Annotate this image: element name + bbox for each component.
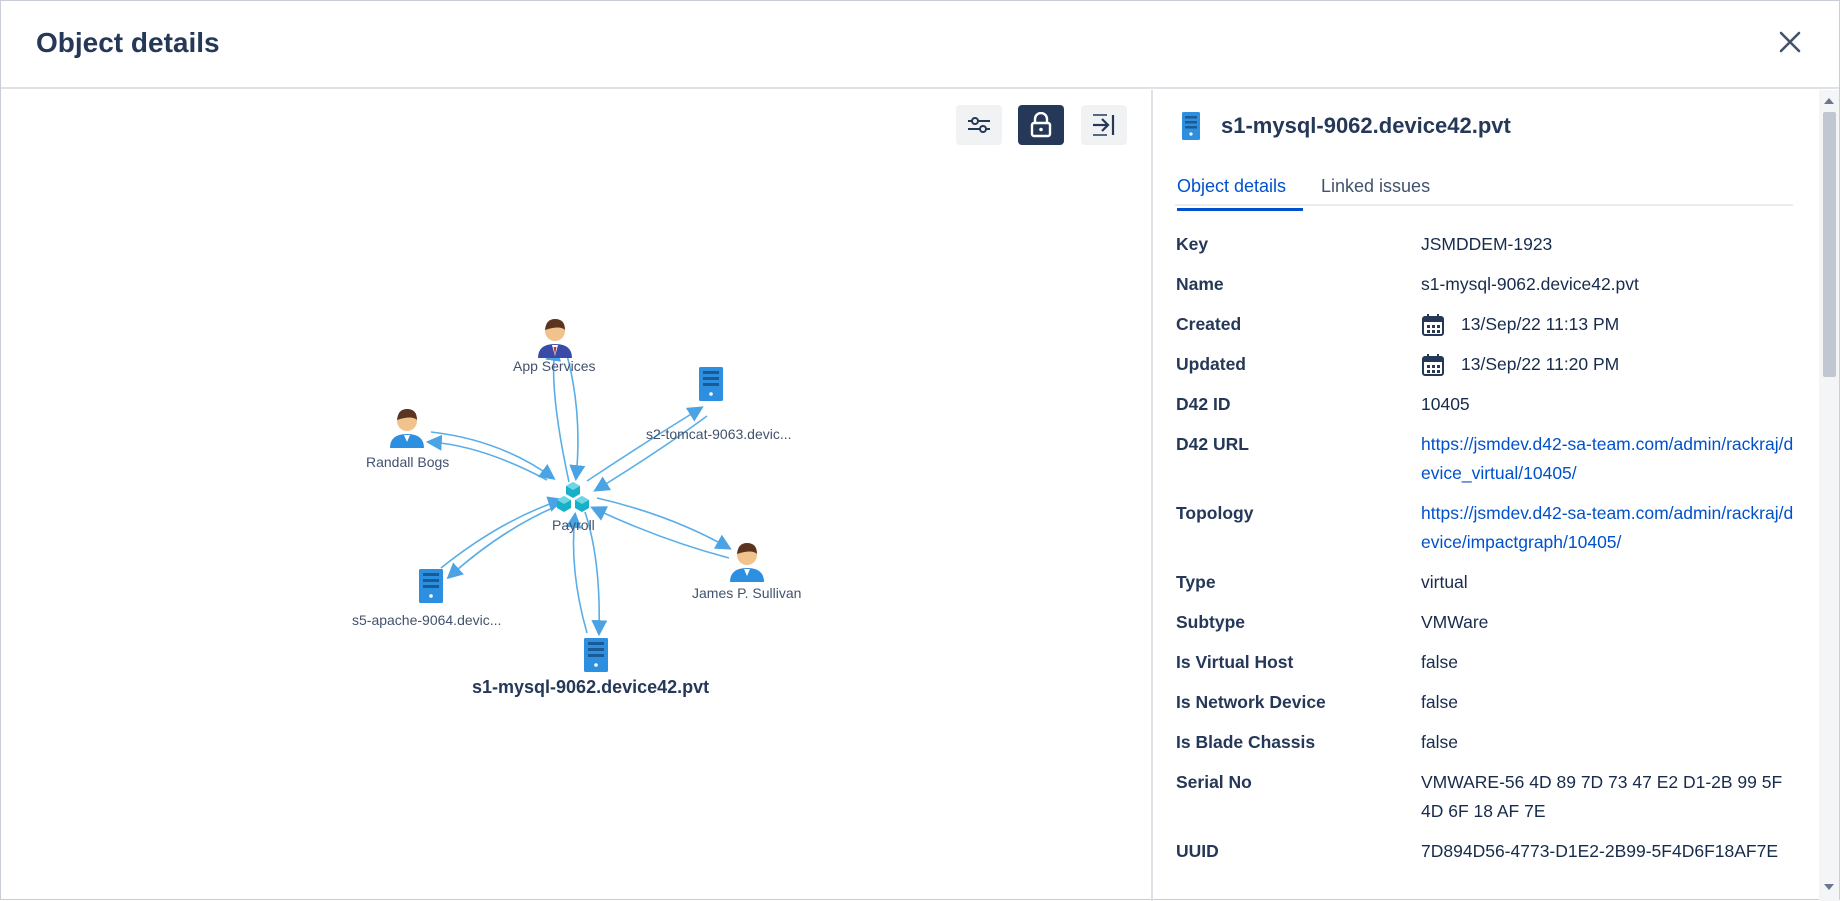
server-icon xyxy=(1182,112,1200,140)
field-value: VMWARE-56 4D 89 7D 73 47 E2 D1-2B 99 5F … xyxy=(1421,772,1783,821)
modal-title: Object details xyxy=(36,27,220,58)
field-label: Type xyxy=(1176,572,1216,592)
field-value-created: 13/Sep/22 11:13 PM xyxy=(1421,310,1796,339)
field-row-is-network-device: Is Network Device false xyxy=(1176,688,1796,717)
field-label: Key xyxy=(1176,234,1209,254)
field-row-uuid: UUID 7D894D56-4773-D1E2-2B99-5F4D6F18AF7… xyxy=(1176,837,1796,866)
field-row-is-blade-chassis: Is Blade Chassis false xyxy=(1176,728,1796,757)
scroll-up-arrow[interactable] xyxy=(1824,98,1834,104)
edge-payroll-apache xyxy=(446,505,558,580)
panel-header: s1-mysql-9062.device42.pvt xyxy=(1181,112,1511,140)
edge-james-payroll xyxy=(590,506,730,559)
field-row-d42-url: D42 URL https://jsmdev.d42-sa-team.com/a… xyxy=(1176,430,1796,488)
field-value: s1-mysql-9062.device42.pvt xyxy=(1421,274,1639,294)
modal-header: Object details xyxy=(1,1,1839,89)
scroll-thumb[interactable] xyxy=(1823,112,1836,377)
field-value: 10405 xyxy=(1421,394,1470,414)
field-row-serial-no: Serial No VMWARE-56 4D 89 7D 73 47 E2 D1… xyxy=(1176,768,1796,826)
field-value: false xyxy=(1421,732,1458,752)
field-row-type: Type virtual xyxy=(1176,568,1796,597)
person-icon xyxy=(390,409,424,448)
field-value: virtual xyxy=(1421,572,1468,592)
server-icon xyxy=(699,367,723,401)
edge-payroll-james xyxy=(596,497,732,550)
node-apache[interactable] xyxy=(419,569,443,603)
node-tomcat[interactable] xyxy=(699,367,723,401)
field-row-d42-id: D42 ID 10405 xyxy=(1176,390,1796,419)
edge-apache-payroll xyxy=(440,496,565,569)
field-label: Updated xyxy=(1176,354,1246,374)
field-value: VMWare xyxy=(1421,612,1489,632)
field-label: Subtype xyxy=(1176,612,1246,632)
edge-payroll-tomcat xyxy=(586,406,704,482)
tab-linked-issues[interactable]: Linked issues xyxy=(1321,176,1430,197)
field-list: Key JSMDDEM-1923 Name s1-mysql-9062.devi… xyxy=(1176,230,1796,877)
field-label: Serial No xyxy=(1176,772,1252,792)
field-value: JSMDDEM-1923 xyxy=(1421,234,1553,254)
field-row-name: Name s1-mysql-9062.device42.pvt xyxy=(1176,270,1796,299)
node-label-randall: Randall Bogs xyxy=(366,454,450,470)
active-tab-indicator xyxy=(1177,208,1303,211)
panel-tabs: Object details Linked issues xyxy=(1175,170,1793,211)
d42-url-link[interactable]: https://jsmdev.d42-sa-team.com/admin/rac… xyxy=(1421,430,1796,488)
field-row-topology: Topology https://jsmdev.d42-sa-team.com/… xyxy=(1176,499,1796,557)
field-row-created: Created 13/Sep/22 11:13 PM xyxy=(1176,310,1796,339)
relationship-graph xyxy=(390,319,764,672)
field-label: D42 ID xyxy=(1176,394,1231,414)
field-value-updated: 13/Sep/22 11:20 PM xyxy=(1421,350,1796,379)
tab-label: Object details xyxy=(1177,176,1287,196)
graph-canvas[interactable]: App Services Randall Bogs s2-tomcat-9063… xyxy=(1,90,1151,901)
node-label-mysql: s1-mysql-9062.device42.pvt xyxy=(472,677,710,697)
tab-object-details[interactable]: Object details xyxy=(1177,176,1303,211)
object-details-modal: Object details App Services Randall Bogs… xyxy=(0,0,1840,901)
node-label-james: James P. Sullivan xyxy=(692,585,802,601)
topology-link[interactable]: https://jsmdev.d42-sa-team.com/admin/rac… xyxy=(1421,499,1796,557)
person-icon xyxy=(730,543,764,582)
field-label: Is Blade Chassis xyxy=(1176,732,1316,752)
calendar-icon xyxy=(1421,353,1445,377)
field-label: Name xyxy=(1176,274,1224,294)
field-row-is-virtual-host: Is Virtual Host false xyxy=(1176,648,1796,677)
field-value: false xyxy=(1421,652,1458,672)
field-label: Topology xyxy=(1176,503,1254,523)
close-icon xyxy=(1779,31,1801,53)
updated-date-text: 13/Sep/22 11:20 PM xyxy=(1461,354,1620,374)
node-label-tomcat: s2-tomcat-9063.devic... xyxy=(646,426,792,442)
panel-title: s1-mysql-9062.device42.pvt xyxy=(1221,113,1511,138)
details-panel: s1-mysql-9062.device42.pvt Object detail… xyxy=(1153,90,1821,901)
field-label: Created xyxy=(1176,314,1242,334)
node-randall[interactable] xyxy=(390,409,424,448)
tab-label: Linked issues xyxy=(1321,176,1431,196)
created-date-text: 13/Sep/22 11:13 PM xyxy=(1461,314,1620,334)
field-value: 7D894D56-4773-D1E2-2B99-5F4D6F18AF7E xyxy=(1421,841,1779,861)
node-james[interactable] xyxy=(730,543,764,582)
server-icon xyxy=(419,569,443,603)
node-app-services[interactable] xyxy=(538,319,572,358)
field-label: UUID xyxy=(1176,841,1219,861)
server-icon xyxy=(584,638,608,672)
field-row-subtype: Subtype VMWare xyxy=(1176,608,1796,637)
node-mysql[interactable] xyxy=(584,638,608,672)
field-label: D42 URL xyxy=(1176,434,1249,454)
field-label: Is Network Device xyxy=(1176,692,1326,712)
field-row-updated: Updated 13/Sep/22 11:20 PM xyxy=(1176,350,1796,379)
close-button[interactable] xyxy=(1775,27,1805,57)
scroll-down-arrow[interactable] xyxy=(1824,884,1834,890)
panel-scrollbar[interactable] xyxy=(1819,90,1839,901)
node-payroll[interactable] xyxy=(557,482,589,512)
service-icon xyxy=(557,482,589,512)
node-label-app-services: App Services xyxy=(513,358,596,374)
calendar-icon xyxy=(1421,313,1445,337)
field-label: Is Virtual Host xyxy=(1176,652,1294,672)
person-icon xyxy=(538,319,572,358)
node-label-payroll: Payroll xyxy=(552,517,595,533)
node-label-apache: s5-apache-9064.devic... xyxy=(352,612,502,628)
field-value: false xyxy=(1421,692,1458,712)
field-row-key: Key JSMDDEM-1923 xyxy=(1176,230,1796,259)
